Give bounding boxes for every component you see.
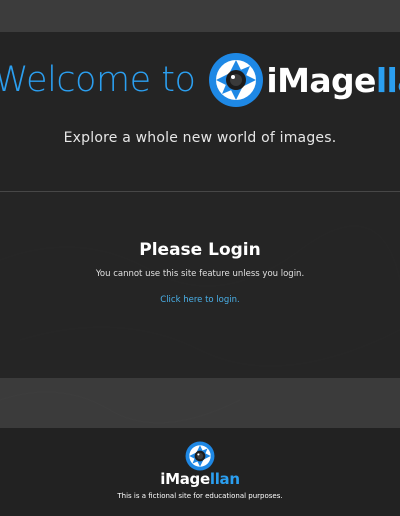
tagline: Explore a whole new world of images. (63, 130, 337, 146)
login-message: You cannot use this site feature unless … (95, 269, 305, 279)
footer-brand: iMagellan (0, 470, 400, 488)
brand-name-white: iMage (266, 60, 376, 100)
camera-lens-logo-icon (209, 53, 264, 107)
mid-band (0, 378, 400, 428)
top-band (0, 0, 400, 32)
brand-name-blue: llan (375, 60, 400, 100)
footer-brand-blue: llan (209, 470, 240, 488)
footer-logo-icon (185, 441, 215, 471)
login-link[interactable]: Click here to login. (0, 295, 400, 305)
footer-note: This is a fictional site for educational… (117, 492, 283, 500)
welcome-text: Welcome to (0, 60, 196, 100)
login-section (0, 192, 400, 378)
login-title: Please Login (139, 240, 261, 260)
footer-brand-white: iMage (160, 470, 210, 488)
hero-title-row: Welcome to iMagellan (0, 52, 400, 108)
brand-name: iMagellan (266, 61, 400, 100)
